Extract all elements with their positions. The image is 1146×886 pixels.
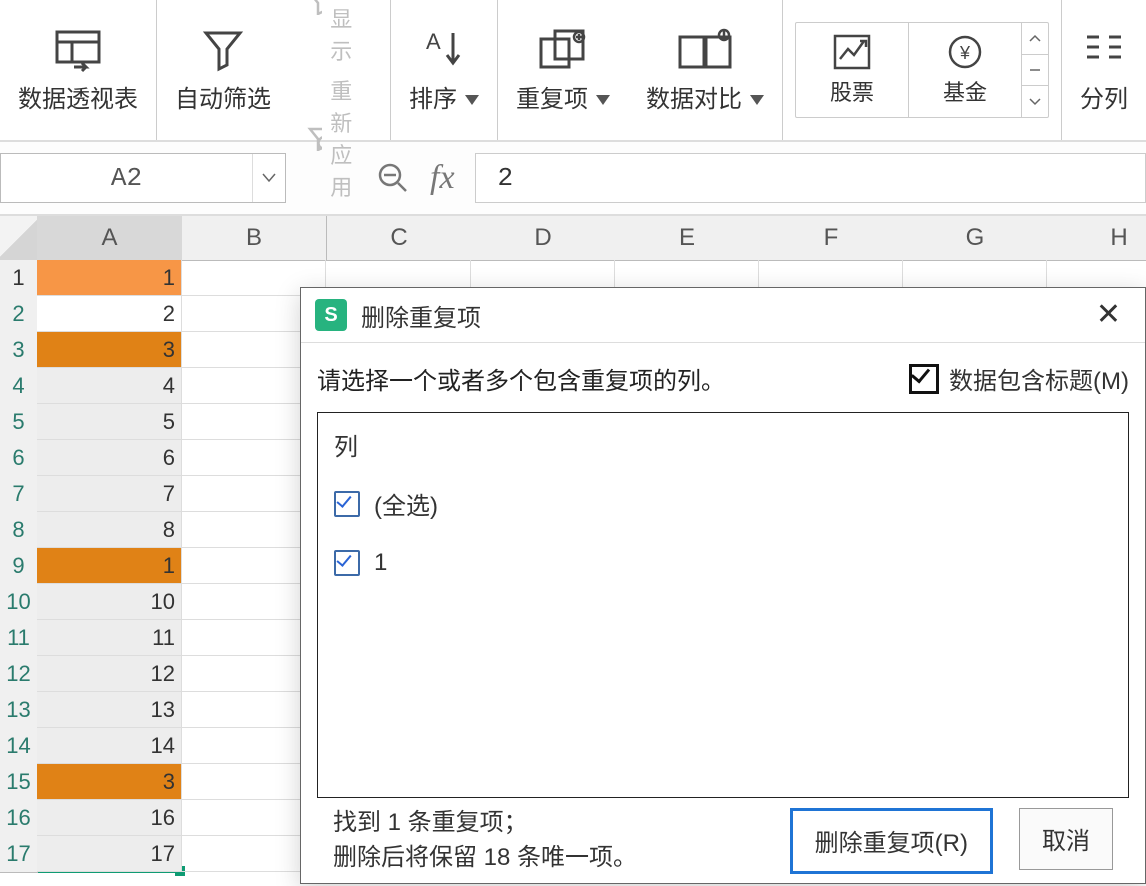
checkbox-icon xyxy=(334,491,360,517)
dialog-title: 删除重复项 xyxy=(361,298,481,333)
text-to-columns-icon xyxy=(1081,27,1127,73)
cell[interactable]: 2 xyxy=(37,296,182,332)
row-header[interactable]: 5 xyxy=(0,404,38,441)
sort-button[interactable]: A 排序 xyxy=(409,27,479,114)
has-header-checkbox[interactable]: 数据包含标题(M) xyxy=(909,361,1129,396)
cell[interactable]: 11 xyxy=(37,620,182,656)
cell[interactable]: 13 xyxy=(37,692,182,728)
cancel-button[interactable]: 取消 xyxy=(1019,808,1113,870)
formula-zoom-icon[interactable] xyxy=(376,161,410,195)
columns-header: 列 xyxy=(334,427,1112,462)
column-header-C[interactable]: C xyxy=(327,216,472,261)
row-header[interactable]: 12 xyxy=(0,656,38,693)
row-header[interactable]: 16 xyxy=(0,800,38,837)
row-header[interactable]: 7 xyxy=(0,476,38,513)
datatype-gallery-button[interactable] xyxy=(1022,55,1048,87)
column-header-D[interactable]: D xyxy=(471,216,616,261)
funnel-clear-icon xyxy=(307,0,322,15)
data-compare-label: 数据对比 xyxy=(646,86,742,113)
dialog-status-text: 找到 1 条重复项； 删除后将保留 18 条唯一项。 xyxy=(333,806,637,876)
row-header[interactable]: 14 xyxy=(0,728,38,765)
name-box-dropdown[interactable] xyxy=(252,154,285,202)
reapply-button: 重新应用 xyxy=(307,74,372,202)
column-header-B[interactable]: B xyxy=(182,216,327,261)
row-header[interactable]: 2 xyxy=(0,296,38,333)
data-compare-button[interactable]: 数据对比 xyxy=(646,27,764,114)
pivot-table-icon xyxy=(52,27,104,73)
column-header-A[interactable]: A xyxy=(37,216,183,261)
pivot-table-button[interactable]: 数据透视表 xyxy=(18,27,138,114)
column-header-G[interactable]: G xyxy=(903,216,1048,261)
app-logo-icon: S xyxy=(315,299,347,331)
formula-bar[interactable]: 2 xyxy=(475,153,1146,203)
sort-label: 排序 xyxy=(409,86,457,113)
cell[interactable]: 16 xyxy=(37,800,182,836)
select-all-row[interactable]: (全选) xyxy=(334,486,1112,521)
row-header[interactable]: 15 xyxy=(0,764,38,801)
cell[interactable]: 3 xyxy=(37,332,182,368)
svg-text:¥: ¥ xyxy=(959,43,971,63)
cell[interactable]: 1 xyxy=(37,260,182,296)
cell[interactable]: 8 xyxy=(37,512,182,548)
name-box[interactable]: A2 xyxy=(0,153,286,203)
dialog-close-button[interactable]: ✕ xyxy=(1086,296,1131,334)
cell[interactable]: 6 xyxy=(37,440,182,476)
column-header-E[interactable]: E xyxy=(615,216,760,261)
row-header[interactable]: 9 xyxy=(0,548,38,585)
datatype-down-button[interactable] xyxy=(1022,86,1048,117)
stock-fund-box: 股票 ¥ 基金 xyxy=(795,22,1049,118)
duplicates-label: 重复项 xyxy=(516,86,588,113)
row-header[interactable]: 4 xyxy=(0,368,38,405)
row-header[interactable]: 10 xyxy=(0,584,38,621)
cell[interactable]: 5 xyxy=(37,404,182,440)
funnel-icon xyxy=(200,27,246,73)
datatype-up-button[interactable] xyxy=(1022,23,1048,55)
pivot-label: 数据透视表 xyxy=(18,79,138,114)
row-header[interactable]: 17 xyxy=(0,836,38,873)
duplicates-button[interactable]: 重复项 xyxy=(516,27,610,114)
row-header[interactable]: 1 xyxy=(0,260,38,297)
cell[interactable]: 3 xyxy=(37,764,182,800)
row-header[interactable]: 11 xyxy=(0,620,38,657)
stock-icon xyxy=(832,33,872,71)
checkbox-icon xyxy=(334,550,360,576)
dialog-prompt: 请选择一个或者多个包含重复项的列。 xyxy=(317,361,725,396)
svg-text:A: A xyxy=(426,29,441,54)
data-compare-icon xyxy=(678,27,732,73)
cell[interactable]: 12 xyxy=(37,656,182,692)
sort-icon: A xyxy=(421,27,467,73)
fx-icon[interactable]: fx xyxy=(430,159,455,197)
column-header-F[interactable]: F xyxy=(759,216,904,261)
autofilter-button[interactable]: 自动筛选 xyxy=(175,27,271,114)
show-all-button: 全部显示 xyxy=(307,0,372,66)
row-header[interactable]: 3 xyxy=(0,332,38,369)
checkbox-icon xyxy=(909,364,939,394)
cell[interactable]: 4 xyxy=(37,368,182,404)
cell[interactable]: 1 xyxy=(37,548,182,584)
remove-duplicates-button[interactable]: 删除重复项(R) xyxy=(790,808,993,874)
select-all-corner[interactable] xyxy=(0,216,38,261)
text-to-columns-button[interactable]: 分列 xyxy=(1080,27,1128,114)
stock-button[interactable]: 股票 xyxy=(796,23,908,117)
text-to-columns-label: 分列 xyxy=(1080,79,1128,114)
cell[interactable]: 10 xyxy=(37,584,182,620)
ribbon: 数据透视表 自动筛选 全部显示 重新应用 A 排序 重复项 数据对 xyxy=(0,0,1146,142)
row-header[interactable]: 13 xyxy=(0,692,38,729)
funnel-refresh-icon xyxy=(307,125,322,151)
column-item-1[interactable]: 1 xyxy=(334,549,1112,577)
row-header[interactable]: 8 xyxy=(0,512,38,549)
formula-bar-row: A2 fx 2 xyxy=(0,142,1146,216)
fund-button[interactable]: ¥ 基金 xyxy=(909,23,1021,117)
cell[interactable]: 14 xyxy=(37,728,182,764)
cell[interactable]: 17 xyxy=(37,836,182,872)
autofilter-label: 自动筛选 xyxy=(175,79,271,114)
row-header[interactable]: 6 xyxy=(0,440,38,477)
remove-duplicates-dialog: S 删除重复项 ✕ 请选择一个或者多个包含重复项的列。 数据包含标题(M) 列 … xyxy=(300,287,1146,884)
fund-icon: ¥ xyxy=(945,33,985,71)
columns-listbox[interactable]: 列 (全选) 1 xyxy=(317,412,1129,798)
dialog-titlebar[interactable]: S 删除重复项 ✕ xyxy=(301,288,1145,343)
cell[interactable]: 7 xyxy=(37,476,182,512)
duplicates-icon xyxy=(537,27,589,73)
column-header-H[interactable]: H xyxy=(1047,216,1146,261)
